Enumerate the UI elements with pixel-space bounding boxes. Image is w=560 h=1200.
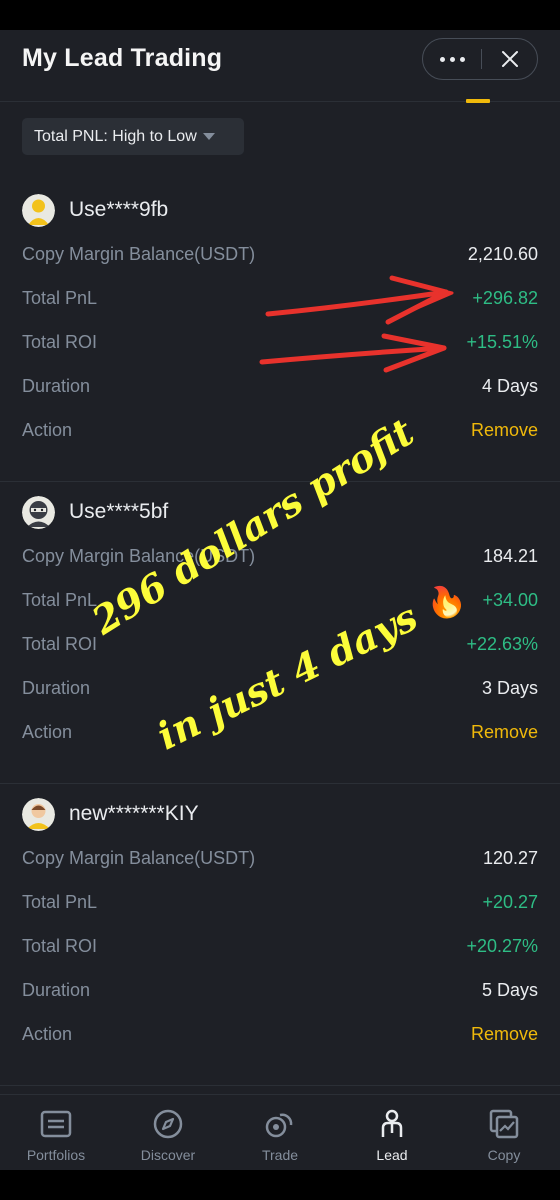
- status-bar: [0, 0, 560, 30]
- action-row: Action Remove: [22, 1019, 538, 1049]
- nav-copy[interactable]: Copy: [448, 1095, 560, 1170]
- pnl-value: +34.00: [482, 589, 538, 610]
- nav-label: Trade: [261, 1147, 299, 1163]
- system-bar: [0, 1170, 560, 1200]
- roi-value: +20.27%: [466, 935, 538, 956]
- margin-value: 184.21: [482, 545, 538, 566]
- lead-person-icon: [381, 1109, 403, 1137]
- nav-label: Discover: [140, 1147, 196, 1163]
- nav-label: Lead: [376, 1147, 408, 1163]
- duration-value: 5 Days: [481, 979, 538, 1000]
- app-screen: My Lead Trading Total PNL: High to Low U…: [0, 30, 560, 1170]
- bottom-nav: Portfolios Discover Trade Lead Copy: [0, 1094, 560, 1170]
- pnl-value: +20.27: [482, 891, 538, 912]
- pnl-label: Total PnL: [22, 891, 98, 912]
- remove-button[interactable]: Remove: [471, 1024, 538, 1045]
- duration-row: Duration 5 Days: [22, 975, 538, 1005]
- margin-value: 120.27: [482, 847, 538, 868]
- nav-portfolios[interactable]: Portfolios: [0, 1095, 112, 1170]
- action-label: Action: [22, 721, 73, 742]
- action-row: Action Remove: [22, 717, 538, 747]
- nav-discover[interactable]: Discover: [112, 1095, 224, 1170]
- portfolio-icon: [40, 1110, 72, 1138]
- trader-card: new*******KIY Copy Margin Balance(USDT) 1…: [0, 784, 560, 1086]
- pnl-row: Total PnL +20.27: [22, 887, 538, 917]
- nav-label: Copy: [487, 1147, 521, 1163]
- duration-label: Duration: [22, 979, 91, 1000]
- compass-icon: [153, 1109, 183, 1139]
- trader-header: Use****5bf: [22, 495, 169, 529]
- roi-label: Total ROI: [22, 935, 98, 956]
- trader-username: new*******KIY: [69, 802, 199, 825]
- nav-trade[interactable]: Trade: [224, 1095, 336, 1170]
- duration-value: 3 Days: [481, 677, 538, 698]
- annotation-arrows: [259, 275, 454, 373]
- duration-label: Duration: [22, 677, 91, 698]
- trader-header: new*******KIY: [22, 797, 199, 831]
- margin-row: Copy Margin Balance(USDT) 120.27: [22, 843, 538, 873]
- ninja-icon: [22, 495, 55, 529]
- trader-username: Use****5bf: [69, 500, 169, 523]
- margin-label: Copy Margin Balance(USDT): [22, 847, 256, 868]
- action-label: Action: [22, 1023, 73, 1044]
- nav-lead[interactable]: Lead: [336, 1095, 448, 1170]
- roi-row: Total ROI +20.27%: [22, 931, 538, 961]
- remove-button[interactable]: Remove: [471, 722, 538, 743]
- copy-chart-icon: [489, 1109, 519, 1139]
- brown-hair-person-icon: [22, 797, 55, 831]
- roi-value: +22.63%: [466, 633, 538, 654]
- roi-label: Total ROI: [22, 633, 98, 654]
- trade-icon: [265, 1113, 293, 1138]
- nav-label: Portfolios: [26, 1147, 86, 1163]
- margin-row: Copy Margin Balance(USDT) 184.21: [22, 541, 538, 571]
